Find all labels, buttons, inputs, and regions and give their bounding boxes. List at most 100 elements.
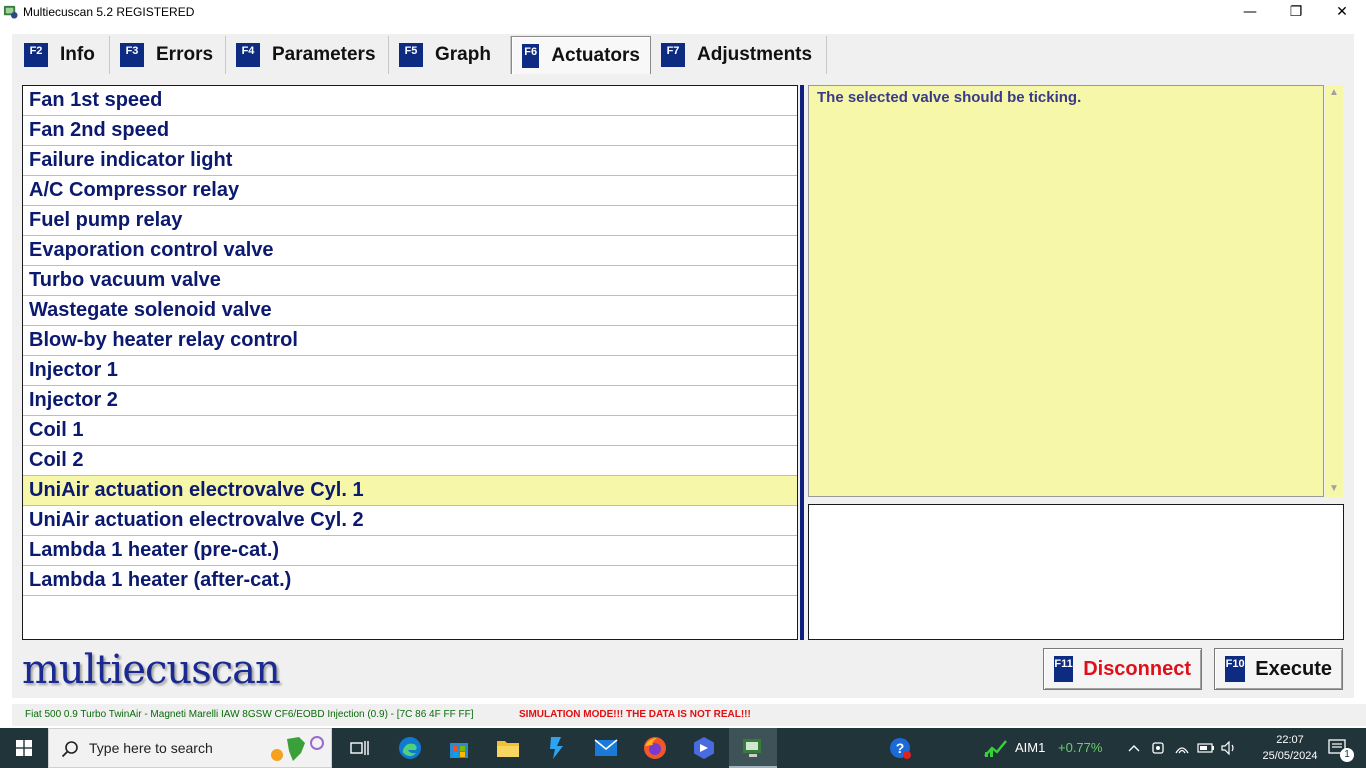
list-item[interactable]: Failure indicator light <box>23 146 797 176</box>
title-bar: Multiecuscan 5.2 REGISTERED — ❐ ✕ <box>0 0 1366 24</box>
task-view-button[interactable] <box>336 728 384 768</box>
scroll-down-icon[interactable]: ▼ <box>1329 483 1339 494</box>
search-placeholder: Type here to search <box>89 740 213 756</box>
task-view-icon <box>350 741 369 755</box>
f3-key-badge: F3 <box>120 43 144 67</box>
notification-badge: 1 <box>1340 748 1354 762</box>
app-icon <box>3 5 18 19</box>
info-panel: The selected valve should be ticking. <box>808 85 1324 497</box>
list-item[interactable]: Blow-by heater relay control <box>23 326 797 356</box>
simulation-warning: SIMULATION MODE!!! THE DATA IS NOT REAL!… <box>519 709 751 720</box>
tab-errors[interactable]: F3 Errors <box>110 36 226 74</box>
notifications-button[interactable]: 1 <box>1318 728 1358 768</box>
disconnect-button[interactable]: F11 Disconnect <box>1043 648 1202 690</box>
scroll-up-icon[interactable]: ▲ <box>1329 87 1339 98</box>
svg-text:?: ? <box>896 740 905 756</box>
tab-adjustments[interactable]: F7 Adjustments <box>651 36 827 74</box>
maximize-button[interactable]: ❐ <box>1273 0 1319 24</box>
network-button[interactable] <box>1172 728 1192 768</box>
webcam-icon <box>1152 742 1164 754</box>
speaker-icon <box>1221 741 1234 755</box>
f5-key-badge: F5 <box>399 43 423 67</box>
file-explorer-taskbar-button[interactable] <box>484 728 532 768</box>
tab-label: Info <box>60 44 95 65</box>
edge-icon <box>399 737 421 759</box>
battery-button[interactable] <box>1196 728 1216 768</box>
tab-label: Graph <box>435 44 491 65</box>
f7-key-badge: F7 <box>661 43 685 67</box>
list-item[interactable]: Fan 1st speed <box>23 86 797 116</box>
hexagon-app-icon <box>694 737 714 759</box>
tab-graph[interactable]: F5 Graph <box>389 36 511 74</box>
list-item[interactable]: Injector 1 <box>23 356 797 386</box>
tab-info[interactable]: F2 Info <box>14 36 110 74</box>
list-item[interactable]: A/C Compressor relay <box>23 176 797 206</box>
power-automate-taskbar-button[interactable] <box>533 728 581 768</box>
battery-icon <box>1197 743 1214 753</box>
f4-key-badge: F4 <box>236 43 260 67</box>
taskbar-clock[interactable]: 22:07 25/05/2024 <box>1258 732 1322 764</box>
taskbar-search[interactable]: Type here to search <box>48 728 332 768</box>
list-item[interactable]: Coil 2 <box>23 446 797 476</box>
store-icon <box>450 743 468 758</box>
execute-button[interactable]: F10 Execute <box>1214 648 1343 690</box>
list-item[interactable]: Coil 1 <box>23 416 797 446</box>
tab-label: Parameters <box>272 44 376 65</box>
wifi-icon <box>1175 747 1189 754</box>
lightning-icon <box>550 737 563 759</box>
list-item[interactable]: Evaporation control valve <box>23 236 797 266</box>
f11-key-badge: F11 <box>1054 656 1074 682</box>
firefox-taskbar-button[interactable] <box>631 728 679 768</box>
window-title: Multiecuscan 5.2 REGISTERED <box>23 5 195 19</box>
list-item[interactable]: Wastegate solenoid valve <box>23 296 797 326</box>
disconnect-label: Disconnect <box>1083 657 1191 680</box>
clock-date: 25/05/2024 <box>1262 750 1318 762</box>
list-item[interactable]: Lambda 1 heater (after-cat.) <box>23 566 797 596</box>
list-item[interactable]: Fuel pump relay <box>23 206 797 236</box>
stock-change: +0.77% <box>1058 740 1103 755</box>
list-item[interactable]: UniAir actuation electrovalve Cyl. 2 <box>23 506 797 536</box>
multiecuscan-taskbar-button[interactable] <box>729 728 777 768</box>
search-icon <box>61 741 78 758</box>
help-taskbar-button[interactable]: ? <box>876 728 924 768</box>
minimize-button[interactable]: — <box>1227 0 1273 24</box>
tab-actuators[interactable]: F6 Actuators <box>511 36 651 74</box>
show-hidden-icons-button[interactable] <box>1124 728 1144 768</box>
info-scrollbar[interactable]: ▲ ▼ <box>1325 85 1343 497</box>
f6-key-badge: F6 <box>522 43 540 68</box>
stock-name[interactable]: AIM1 <box>1015 740 1045 755</box>
start-button[interactable] <box>0 728 48 768</box>
store-taskbar-button[interactable] <box>435 728 483 768</box>
edge-taskbar-button[interactable] <box>386 728 434 768</box>
list-item[interactable]: Turbo vacuum valve <box>23 266 797 296</box>
meet-now-button[interactable] <box>1148 728 1168 768</box>
tab-label: Adjustments <box>697 44 813 65</box>
tab-bar: F2 Info F3 Errors F4 Parameters F5 Graph… <box>14 36 827 74</box>
tab-label: Actuators <box>551 44 640 66</box>
mail-icon <box>594 739 618 756</box>
firefox-icon <box>644 737 666 759</box>
stock-chart-icon <box>984 740 1007 757</box>
list-item-selected[interactable]: UniAir actuation electrovalve Cyl. 1 <box>23 476 797 506</box>
list-item[interactable]: Fan 2nd speed <box>23 116 797 146</box>
windows-icon <box>16 740 32 756</box>
actuator-list: Fan 1st speed Fan 2nd speed Failure indi… <box>22 85 798 640</box>
close-button[interactable]: ✕ <box>1319 0 1365 24</box>
mail-taskbar-button[interactable] <box>582 728 630 768</box>
clock-time: 22:07 <box>1276 734 1304 746</box>
chevron-up-icon <box>1128 745 1140 752</box>
panel-splitter[interactable] <box>800 85 804 640</box>
help-icon: ? <box>890 738 911 759</box>
list-item[interactable]: Lambda 1 heater (pre-cat.) <box>23 536 797 566</box>
f2-key-badge: F2 <box>24 43 48 67</box>
multiecuscan-logo: multiecuscan <box>22 647 281 693</box>
volume-button[interactable] <box>1218 728 1240 768</box>
app-taskbar-button[interactable] <box>680 728 728 768</box>
weather-widget-icon <box>271 736 324 761</box>
f10-key-badge: F10 <box>1225 656 1246 682</box>
folder-icon <box>497 741 519 757</box>
list-item[interactable]: Injector 2 <box>23 386 797 416</box>
status-bar: Fiat 500 0.9 Turbo TwinAir - Magneti Mar… <box>12 704 1366 726</box>
execute-label: Execute <box>1255 657 1332 680</box>
tab-parameters[interactable]: F4 Parameters <box>226 36 389 74</box>
